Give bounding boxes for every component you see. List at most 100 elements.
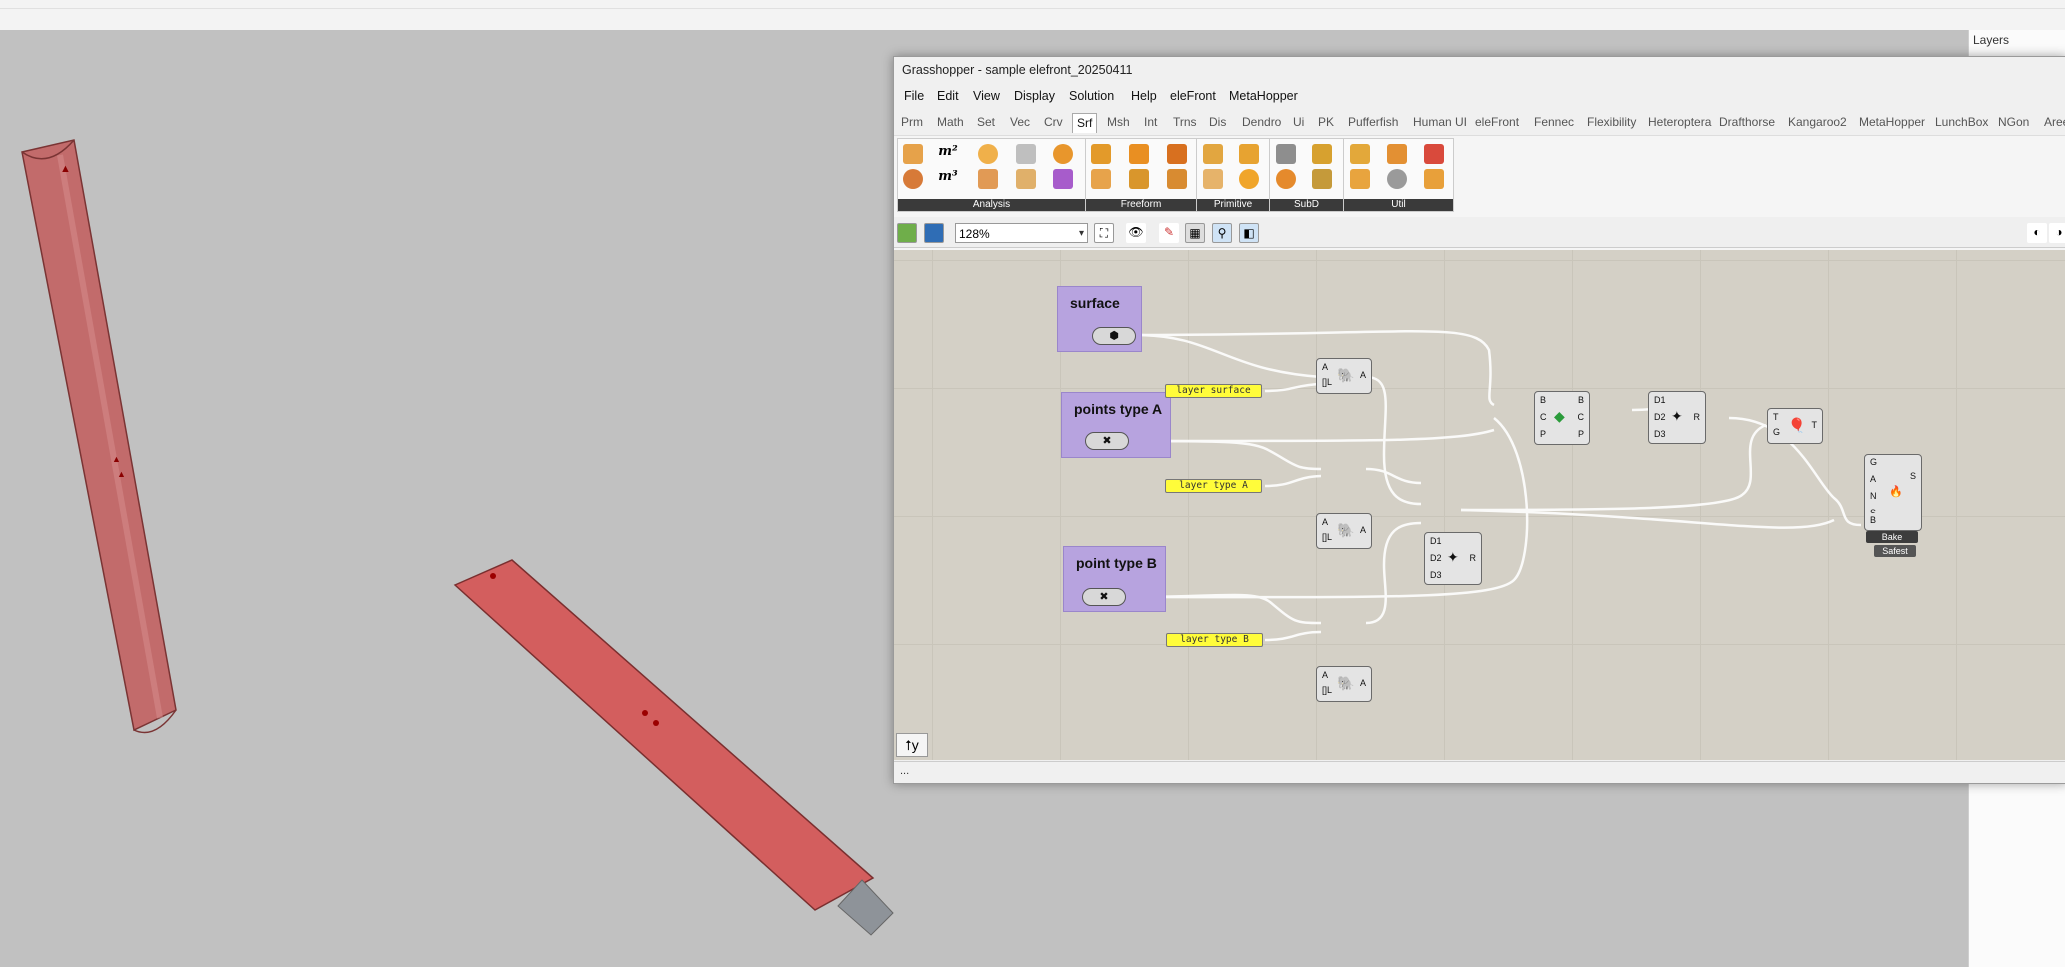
menu-file[interactable]: File	[904, 89, 924, 103]
deconstruct-brep-component[interactable]: B C P ◆ B C P	[1534, 391, 1590, 445]
panel-layer-type-b[interactable]: layer type B	[1166, 633, 1263, 647]
tab-ngon[interactable]: NGon	[1998, 115, 2029, 129]
open-file-icon[interactable]	[897, 223, 917, 243]
window-title: Grasshopper - sample elefront_20250411	[902, 63, 1133, 77]
render-preview-icon[interactable]: ◐	[2027, 223, 2047, 243]
status-bar: ...	[894, 761, 2065, 783]
isotrim-icon[interactable]	[1387, 144, 1407, 164]
tab-heteroptera[interactable]: Heteroptera	[1648, 115, 1711, 129]
tab-prm[interactable]: Prm	[901, 115, 923, 129]
tab-trns[interactable]: Trns	[1173, 115, 1197, 129]
attributes-component-3[interactable]: A []L 🐘 A	[1316, 666, 1372, 702]
subd-edges-icon[interactable]	[1312, 144, 1332, 164]
point-in-brep-icon[interactable]	[978, 169, 998, 189]
points-a-param[interactable]: ✖	[1085, 432, 1129, 450]
menu-metahopper[interactable]: MetaHopper	[1229, 89, 1298, 103]
subd-fuse-icon[interactable]	[1312, 169, 1332, 189]
attribute-icon: 🐘	[1337, 367, 1355, 383]
tab-int[interactable]: Int	[1144, 115, 1157, 129]
tab-pufferfish[interactable]: Pufferfish	[1348, 115, 1398, 129]
sweep-icon[interactable]	[1167, 169, 1187, 189]
tab-elefront[interactable]: eleFront	[1475, 115, 1519, 129]
zoom-extents-icon[interactable]: ⛶	[1094, 223, 1114, 243]
selected-only-icon[interactable]: ◧	[1239, 223, 1259, 243]
patch-icon[interactable]	[1129, 169, 1149, 189]
surface-closest-icon[interactable]	[1053, 169, 1073, 189]
points-b-param[interactable]: ✖	[1082, 588, 1126, 606]
tree-component[interactable]: T G 🎈 T	[1767, 408, 1823, 444]
tab-fennec[interactable]: Fennec	[1534, 115, 1574, 129]
tab-human-ui[interactable]: Human UI	[1413, 115, 1467, 129]
surface-frames-icon[interactable]	[1350, 169, 1370, 189]
ribbon-label-primitive[interactable]: Primitive	[1197, 199, 1269, 211]
preview-mode-icon[interactable]: ▦	[1185, 223, 1205, 243]
preview-eye-icon[interactable]: 👁	[1126, 223, 1146, 243]
surface-param[interactable]: ⬢	[1092, 327, 1136, 345]
cap-holes-icon[interactable]	[1424, 169, 1444, 189]
tab-kangaroo2[interactable]: Kangaroo2	[1788, 115, 1847, 129]
tab-set[interactable]: Set	[977, 115, 995, 129]
grasshopper-window[interactable]: Grasshopper - sample elefront_20250411 F…	[893, 56, 2065, 784]
tab-drafthorse[interactable]: Drafthorse	[1719, 115, 1775, 129]
volume-icon[interactable]: m³	[938, 169, 958, 189]
merge-component-2[interactable]: D1 D2 D3 ✦ R	[1648, 391, 1706, 444]
tab-vec[interactable]: Vec	[1010, 115, 1030, 129]
panel-layer-type-a[interactable]: layer type A	[1165, 479, 1262, 493]
tab-pk[interactable]: PK	[1318, 115, 1334, 129]
tab-crv[interactable]: Crv	[1044, 115, 1063, 129]
panel-layer-surface[interactable]: layer surface	[1165, 384, 1262, 398]
is-closed-icon[interactable]	[903, 169, 923, 189]
divide-surface-icon[interactable]	[1350, 144, 1370, 164]
extrude-icon[interactable]	[1129, 144, 1149, 164]
tab-lunchbox[interactable]: LunchBox	[1935, 115, 1988, 129]
tab-dis[interactable]: Dis	[1209, 115, 1226, 129]
tab-srf[interactable]: Srf	[1072, 113, 1098, 133]
dimensions-icon[interactable]	[1016, 144, 1036, 164]
sketch-pen-icon[interactable]: ✎	[1159, 223, 1179, 243]
tab-dendro[interactable]: Dendro	[1242, 115, 1281, 129]
attributes-component-2[interactable]: A []L 🐘 A	[1316, 513, 1372, 549]
brep-wireframe-icon[interactable]	[1387, 169, 1407, 189]
tab-math[interactable]: Math	[937, 115, 964, 129]
tab-ui[interactable]: Ui	[1293, 115, 1304, 129]
sphere-icon[interactable]	[1239, 169, 1259, 189]
subd-box-icon[interactable]	[1276, 144, 1296, 164]
menu-view[interactable]: View	[973, 89, 1000, 103]
tab-aree[interactable]: Aree	[2044, 115, 2065, 129]
chevron-down-icon: ▾	[1078, 228, 1084, 239]
attributes-component-1[interactable]: A []L 🐘 A	[1316, 358, 1372, 394]
ribbon-label-freeform[interactable]: Freeform	[1086, 199, 1196, 211]
box-primitive-icon[interactable]	[1203, 144, 1223, 164]
save-file-icon[interactable]	[924, 223, 944, 243]
wire-display-icon[interactable]: ⚲	[1212, 223, 1232, 243]
boundary-icon[interactable]	[1091, 144, 1111, 164]
shell-icon[interactable]	[1016, 169, 1036, 189]
menu-solution[interactable]: Solution	[1069, 89, 1114, 103]
ribbon-label-util[interactable]: Util	[1344, 199, 1453, 211]
cylinder-icon[interactable]	[1239, 144, 1259, 164]
network-icon[interactable]	[1091, 169, 1111, 189]
merge-component-1[interactable]: D1 D2 D3 ✦ R	[1424, 532, 1482, 585]
bake-button[interactable]: Bake	[1866, 531, 1918, 543]
shaded-preview-icon[interactable]: ◑	[2049, 223, 2065, 243]
loft-icon[interactable]	[1167, 144, 1187, 164]
subd-sphere-icon[interactable]	[1276, 169, 1296, 189]
area-icon[interactable]: m²	[938, 144, 958, 164]
y-axis-icon[interactable]: ⭡y	[896, 733, 928, 757]
tab-metahopper[interactable]: MetaHopper	[1859, 115, 1925, 129]
menu-display[interactable]: Display	[1014, 89, 1055, 103]
ribbon-label-subd[interactable]: SubD	[1270, 199, 1343, 211]
tab-flexibility[interactable]: Flexibility	[1587, 115, 1636, 129]
menu-elefront[interactable]: eleFront	[1170, 89, 1216, 103]
box-icon[interactable]	[903, 144, 923, 164]
tab-msh[interactable]: Msh	[1107, 115, 1130, 129]
menu-help[interactable]: Help	[1131, 89, 1157, 103]
offset-icon[interactable]	[1424, 144, 1444, 164]
menu-edit[interactable]: Edit	[937, 89, 959, 103]
grasshopper-canvas[interactable]: surface ⬢ points type A ✖ point type B ✖…	[894, 250, 2065, 760]
centroid-icon[interactable]	[978, 144, 998, 164]
zoom-select[interactable]: 128% ▾	[955, 223, 1088, 243]
cone-icon[interactable]	[1203, 169, 1223, 189]
ribbon-label-analysis[interactable]: Analysis	[898, 199, 1085, 211]
evaluate-icon[interactable]	[1053, 144, 1073, 164]
